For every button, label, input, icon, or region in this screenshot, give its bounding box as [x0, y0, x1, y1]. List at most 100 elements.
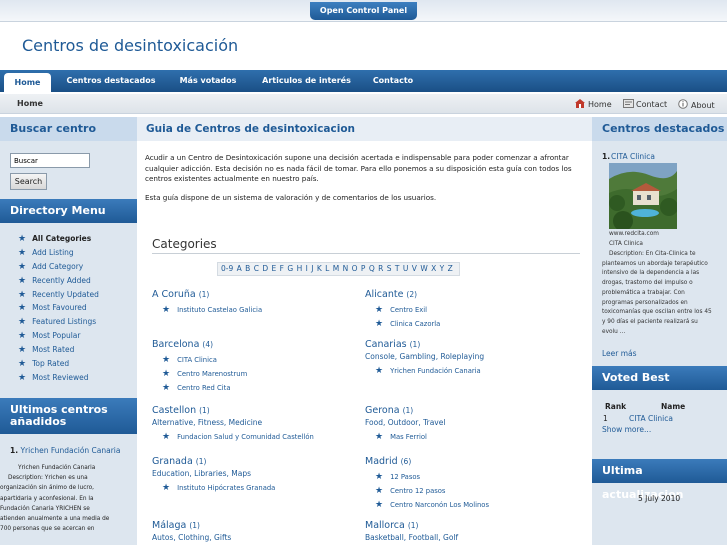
- listing-name[interactable]: Instituto Castelao Galicia: [177, 306, 262, 314]
- category-name[interactable]: Barcelona: [152, 339, 199, 350]
- listing-name[interactable]: Centro Exil: [390, 306, 427, 314]
- alpha-letter[interactable]: P: [361, 264, 366, 273]
- dir-item-most-popular[interactable]: ★ Most Popular: [18, 331, 99, 345]
- category-name[interactable]: Málaga: [152, 520, 186, 531]
- listing-item[interactable]: ★ Centro Red Cita: [162, 381, 362, 395]
- dir-item-recently-updated[interactable]: ★ Recently Updated: [18, 290, 99, 304]
- alpha-letter[interactable]: E: [272, 264, 277, 273]
- nav-home[interactable]: Home: [4, 73, 51, 92]
- listing-name[interactable]: Fundacion Salud y Comunidad Castellón: [177, 433, 314, 441]
- category-subcategories[interactable]: Alternative, Fitness, Medicine: [152, 418, 362, 427]
- alpha-letter[interactable]: W: [420, 264, 427, 273]
- listing-name[interactable]: Centro Red Cita: [177, 384, 230, 392]
- nav-contacto[interactable]: Contacto: [365, 70, 421, 92]
- listing-item[interactable]: ★ Centro 12 pasos: [375, 484, 575, 498]
- category-title[interactable]: Alicante (2): [365, 289, 575, 300]
- featured-link[interactable]: CITA Clinica: [611, 152, 655, 161]
- category-name[interactable]: Canarias: [365, 339, 407, 350]
- category-title[interactable]: Castellon (1): [152, 405, 362, 416]
- listing-item[interactable]: ★ Instituto Hipócrates Granada: [162, 481, 362, 495]
- category-title[interactable]: A Coruña (1): [152, 289, 362, 300]
- search-button[interactable]: Search: [10, 173, 47, 190]
- listing-item[interactable]: ★ Mas Ferriol: [375, 430, 575, 444]
- dir-item-add-listing[interactable]: ★ Add Listing: [18, 248, 99, 262]
- voted-name-link[interactable]: CITA Clinica: [629, 414, 673, 423]
- alpha-letter[interactable]: I: [306, 264, 308, 273]
- show-more-link[interactable]: Show more...: [602, 425, 651, 434]
- alpha-letter[interactable]: V: [412, 264, 417, 273]
- listing-name[interactable]: Mas Ferriol: [390, 433, 427, 441]
- featured-url[interactable]: www.redcita.com: [609, 230, 659, 240]
- alpha-letter[interactable]: G: [287, 264, 293, 273]
- alpha-letter[interactable]: R: [378, 264, 383, 273]
- nav-mas-votados[interactable]: Más votados: [172, 70, 244, 92]
- alpha-letter[interactable]: S: [387, 264, 392, 273]
- alpha-letter[interactable]: K: [317, 264, 322, 273]
- featured-thumbnail[interactable]: [609, 163, 677, 229]
- nav-articulos[interactable]: Articulos de interés: [254, 70, 359, 92]
- alpha-letter[interactable]: M: [333, 264, 339, 273]
- listing-name[interactable]: 12 Pasos: [390, 473, 420, 481]
- alpha-letter[interactable]: Z: [448, 264, 453, 273]
- nav-centros-destacados[interactable]: Centros destacados: [58, 70, 164, 92]
- category-name[interactable]: Castellon: [152, 405, 196, 416]
- latest-item[interactable]: 1. Yrichen Fundación Canaria: [10, 446, 121, 455]
- category-subcategories[interactable]: Food, Outdoor, Travel: [365, 418, 575, 427]
- dir-item-most-reviewed[interactable]: ★ Most Reviewed: [18, 373, 99, 387]
- category-title[interactable]: Málaga (1): [152, 520, 362, 531]
- listing-item[interactable]: ★ Instituto Castelao Galicia: [162, 303, 362, 317]
- listing-name[interactable]: Clinica Cazorla: [390, 320, 440, 328]
- listing-name[interactable]: Centro 12 pasos: [390, 487, 445, 495]
- category-title[interactable]: Granada (1): [152, 456, 362, 467]
- util-about-link[interactable]: About: [678, 99, 715, 110]
- search-input[interactable]: [10, 153, 90, 168]
- dir-item-top-rated[interactable]: ★ Top Rated: [18, 359, 99, 373]
- category-subcategories[interactable]: Autos, Clothing, Gifts: [152, 533, 362, 542]
- alpha-letter[interactable]: L: [325, 264, 329, 273]
- category-title[interactable]: Mallorca (1): [365, 520, 575, 531]
- category-name[interactable]: Madrid: [365, 456, 398, 467]
- alpha-letter[interactable]: Y: [440, 264, 445, 273]
- listing-item[interactable]: ★ Yrichen Fundación Canaria: [375, 364, 575, 378]
- util-contact-link[interactable]: Contact: [623, 99, 667, 109]
- listing-name[interactable]: Instituto Hipócrates Granada: [177, 484, 275, 492]
- alpha-letter[interactable]: Q: [369, 264, 375, 273]
- listing-item[interactable]: ★ Centro Marenostrum: [162, 367, 362, 381]
- category-title[interactable]: Gerona (1): [365, 405, 575, 416]
- open-control-panel-button[interactable]: Open Control Panel: [310, 2, 417, 20]
- listing-item[interactable]: ★ Clinica Cazorla: [375, 317, 575, 331]
- listing-item[interactable]: ★ Centro Exil: [375, 303, 575, 317]
- listing-name[interactable]: Centro Marenostrum: [177, 370, 247, 378]
- dir-item-add-category[interactable]: ★ Add Category: [18, 262, 99, 276]
- category-title[interactable]: Barcelona (4): [152, 339, 362, 350]
- alpha-letter[interactable]: D: [262, 264, 268, 273]
- alpha-letter[interactable]: T: [395, 264, 400, 273]
- alpha-letter[interactable]: X: [431, 264, 436, 273]
- breadcrumb[interactable]: Home: [17, 99, 43, 108]
- listing-item[interactable]: ★ Fundacion Salud y Comunidad Castellón: [162, 430, 362, 444]
- util-home-link[interactable]: Home: [575, 99, 612, 109]
- category-subcategories[interactable]: Console, Gambling, Roleplaying: [365, 352, 575, 361]
- listing-name[interactable]: CITA Clinica: [177, 356, 217, 364]
- category-name[interactable]: Granada: [152, 456, 193, 467]
- dir-item-most-favoured[interactable]: ★ Most Favoured: [18, 303, 99, 317]
- category-subcategories[interactable]: Education, Libraries, Maps: [152, 469, 362, 478]
- dir-item-all-categories[interactable]: ★ All Categories: [18, 234, 99, 248]
- listing-item[interactable]: ★ CITA Clinica: [162, 353, 362, 367]
- alpha-letter[interactable]: U: [403, 264, 409, 273]
- dir-item-most-rated[interactable]: ★ Most Rated: [18, 345, 99, 359]
- listing-item[interactable]: ★ 12 Pasos: [375, 470, 575, 484]
- alpha-letter[interactable]: H: [297, 264, 303, 273]
- alpha-letter[interactable]: B: [245, 264, 250, 273]
- listing-name[interactable]: Yrichen Fundación Canaria: [390, 367, 481, 375]
- listing-item[interactable]: ★ Centro Narconón Los Molinos: [375, 498, 575, 512]
- alpha-letter[interactable]: C: [254, 264, 259, 273]
- site-title[interactable]: Centros de desintoxicación: [22, 36, 238, 55]
- alpha-letter[interactable]: J: [311, 264, 313, 273]
- category-name[interactable]: Gerona: [365, 405, 400, 416]
- alpha-letter[interactable]: F: [280, 264, 284, 273]
- category-name[interactable]: Alicante: [365, 289, 403, 300]
- category-title[interactable]: Canarias (1): [365, 339, 575, 350]
- category-title[interactable]: Madrid (6): [365, 456, 575, 467]
- category-name[interactable]: A Coruña: [152, 289, 196, 300]
